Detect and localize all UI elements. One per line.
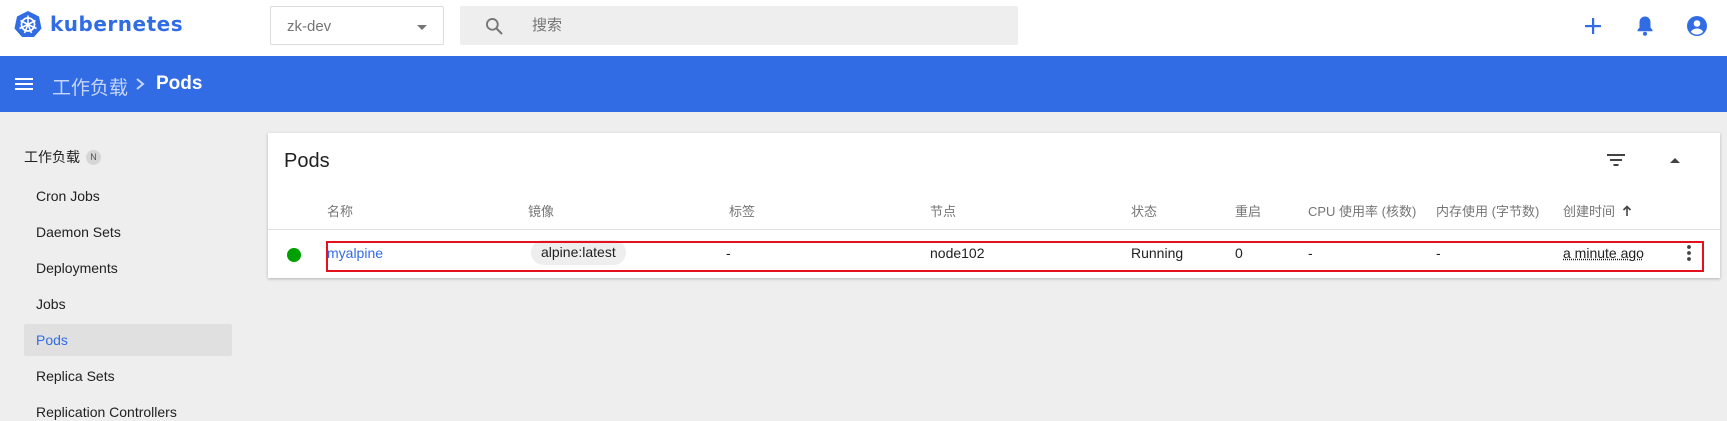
kubernetes-logo[interactable]: kubernetes [14, 10, 183, 38]
page-title: Pods [156, 73, 203, 94]
column-header-memory: 内存使用 (字节数) [1436, 204, 1540, 219]
column-header-cpu: CPU 使用率 (核数) [1308, 204, 1417, 219]
collapse-button[interactable] [1661, 146, 1689, 174]
account-button[interactable] [1684, 13, 1710, 39]
top-bar: kubernetes zk-dev [0, 0, 1727, 56]
account-icon [1687, 16, 1707, 36]
card-title: Pods [284, 150, 330, 172]
column-header-images: 镜像 [528, 204, 555, 219]
cell-restarts: 0 [1235, 245, 1243, 261]
namespace-select[interactable]: zk-dev [270, 6, 444, 45]
sidebar-item-replica-sets[interactable]: Replica Sets [24, 360, 232, 392]
column-header-status: 状态 [1131, 204, 1158, 219]
sidebar-item-daemon-sets[interactable]: Daemon Sets [24, 216, 232, 248]
menu-button[interactable] [12, 72, 36, 96]
pod-name-link[interactable]: myalpine [327, 245, 383, 261]
column-header-labels: 标签 [729, 204, 756, 219]
cell-status: Running [1131, 245, 1184, 261]
column-header-node: 节点 [930, 204, 957, 219]
notifications-button[interactable] [1632, 13, 1658, 39]
namespaced-badge: N [86, 149, 101, 165]
status-running-icon [287, 248, 301, 262]
row-actions-button[interactable] [1675, 239, 1703, 267]
cell-node: node102 [930, 245, 985, 261]
collapse-icon [1670, 158, 1680, 163]
cell-labels: - [726, 245, 731, 261]
sidebar-item-replication-controllers[interactable]: Replication Controllers [24, 396, 232, 421]
dropdown-arrow-icon [417, 25, 427, 30]
add-icon [1585, 18, 1601, 34]
image-chip: alpine:latest [531, 240, 626, 265]
kubernetes-logo-icon [14, 11, 42, 37]
sidebar-item-jobs[interactable]: Jobs [24, 288, 232, 320]
column-header-created[interactable]: 创建时间 [1563, 201, 1632, 220]
cell-memory: - [1436, 245, 1441, 261]
page-toolbar: 工作负载 Pods [0, 56, 1727, 112]
sidebar: 工作负载 N Cron Jobs Daemon Sets Deployments… [0, 112, 246, 421]
search-bar[interactable] [460, 6, 1018, 45]
sidebar-item-pods[interactable]: Pods [24, 324, 232, 356]
sidebar-section-label: 工作负载 [24, 149, 80, 165]
sidebar-item-deployments[interactable]: Deployments [24, 252, 232, 284]
create-button[interactable] [1580, 13, 1606, 39]
search-icon [486, 18, 503, 35]
namespace-value: zk-dev [287, 18, 332, 35]
chevron-right-icon [133, 73, 147, 100]
filter-icon [1607, 154, 1625, 166]
sidebar-item-cron-jobs[interactable]: Cron Jobs [24, 180, 232, 212]
cell-created: a minute ago [1563, 245, 1644, 261]
sidebar-section-workloads[interactable]: 工作负载 N [24, 147, 101, 167]
column-header-created-label: 创建时间 [1563, 204, 1616, 219]
table-row: myalpine alpine:latest - node102 Running… [268, 230, 1720, 278]
cell-cpu: - [1308, 245, 1313, 261]
more-vert-icon [1687, 245, 1691, 261]
column-header-name[interactable]: 名称 [327, 201, 353, 220]
search-input[interactable] [532, 6, 1002, 45]
bell-icon [1637, 16, 1653, 36]
breadcrumb-workloads[interactable]: 工作负载 [52, 73, 128, 100]
logo-text: kubernetes [50, 12, 184, 36]
menu-icon [15, 78, 33, 90]
column-header-restarts: 重启 [1235, 204, 1262, 219]
pods-card: Pods 名称 镜像 标签 节点 状态 重启 CPU 使用率 (核数) 内存使用… [268, 133, 1720, 278]
filter-button[interactable] [1602, 146, 1630, 174]
sort-arrow-up-icon [1622, 205, 1631, 216]
